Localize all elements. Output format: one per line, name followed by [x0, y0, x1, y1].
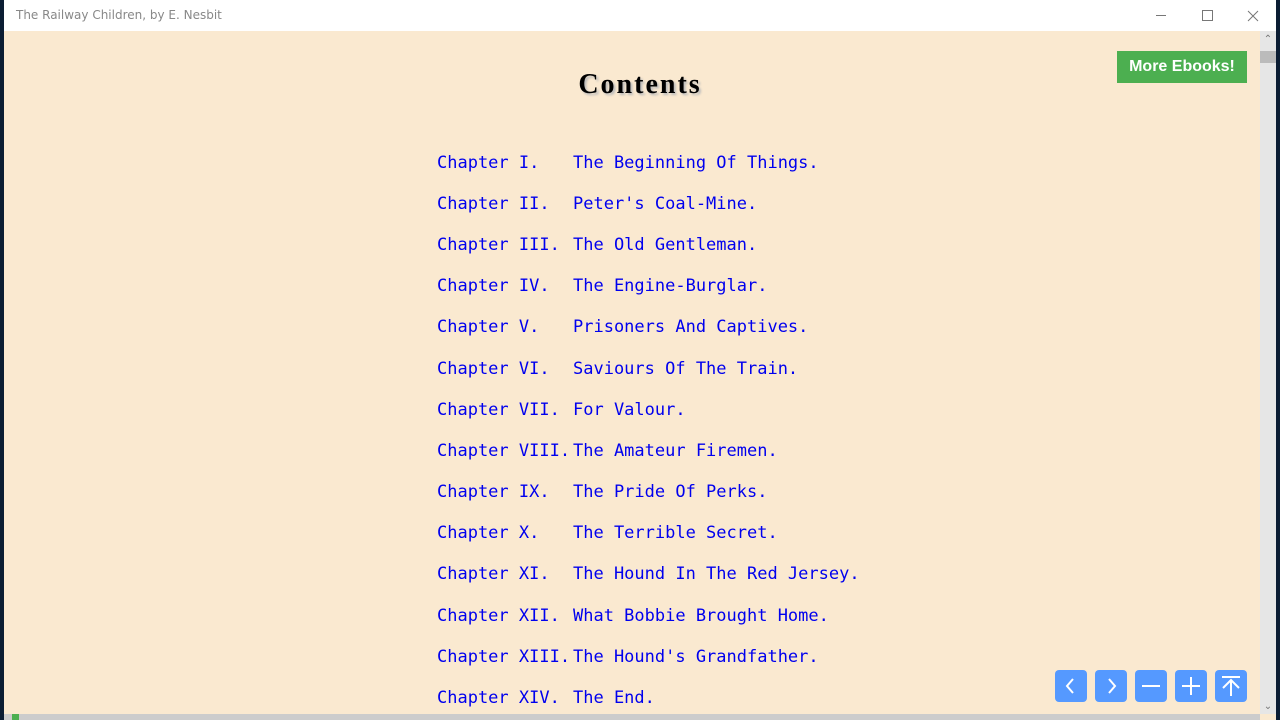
- chapter-number: Chapter VIII.: [437, 440, 571, 461]
- title-bar: The Railway Children, by E. Nesbit: [4, 0, 1276, 31]
- chapter-title: The Amateur Firemen.: [573, 440, 778, 461]
- next-page-button[interactable]: [1095, 670, 1127, 702]
- reader-content: Contents Chapter I. The Beginning Of Thin…: [4, 31, 1260, 714]
- chapter-link[interactable]: Chapter I. The Beginning Of Things.: [437, 142, 860, 183]
- chapter-title: The Beginning Of Things.: [573, 152, 819, 173]
- minus-icon: [1142, 685, 1160, 687]
- chapter-title: Prisoners And Captives.: [573, 317, 809, 338]
- chapter-link[interactable]: Chapter XII. What Bobbie Brought Home.: [437, 595, 860, 636]
- chapter-link[interactable]: Chapter III. The Old Gentleman.: [437, 224, 860, 265]
- app-window: The Railway Children, by E. Nesbit Conte…: [4, 0, 1276, 720]
- close-icon: [1247, 10, 1259, 21]
- chapter-link[interactable]: Chapter XI. The Hound In The Red Jersey.: [437, 554, 860, 595]
- chapter-title: The Old Gentleman.: [573, 234, 758, 255]
- page-title: Contents: [578, 69, 702, 100]
- scroll-down-arrow-icon[interactable]: ⌄: [1260, 698, 1276, 714]
- chevron-right-icon: [1108, 678, 1117, 694]
- chapter-title: The Terrible Secret.: [573, 523, 778, 544]
- chapter-title: The Hound's Grandfather.: [573, 646, 819, 667]
- vertical-scrollbar[interactable]: ⌃ ⌄: [1260, 31, 1276, 714]
- chapter-number: Chapter V.: [437, 317, 540, 338]
- table-of-contents: Chapter I. The Beginning Of Things. Chapte…: [437, 142, 860, 719]
- chapter-number: Chapter II.: [437, 193, 550, 214]
- chapter-title: What Bobbie Brought Home.: [573, 605, 829, 626]
- chapter-link[interactable]: Chapter VIII. The Amateur Firemen.: [437, 430, 860, 471]
- zoom-in-button[interactable]: [1175, 670, 1207, 702]
- chapter-number: Chapter IV.: [437, 276, 550, 297]
- chapter-number: Chapter VII.: [437, 399, 560, 420]
- chapter-number: Chapter VI.: [437, 358, 550, 379]
- maximize-icon: [1201, 10, 1213, 21]
- scrollbar-thumb[interactable]: [1260, 51, 1276, 63]
- previous-page-button[interactable]: [1055, 670, 1087, 702]
- chapter-number: Chapter XI.: [437, 564, 550, 585]
- reader-toolbar: [1055, 670, 1247, 702]
- plus-icon: [1182, 677, 1200, 695]
- zoom-out-button[interactable]: [1135, 670, 1167, 702]
- chapter-title: Saviours Of The Train.: [573, 358, 799, 379]
- chapter-link[interactable]: Chapter XIV. The End.: [437, 677, 860, 718]
- chapter-number: Chapter XIV.: [437, 688, 560, 709]
- chapter-title: The End.: [573, 688, 655, 709]
- window-title: The Railway Children, by E. Nesbit: [16, 8, 222, 22]
- minimize-button[interactable]: [1138, 0, 1184, 31]
- chapter-title: Peter's Coal-Mine.: [573, 193, 758, 214]
- maximize-button[interactable]: [1184, 0, 1230, 31]
- chapter-title: The Pride Of Perks.: [573, 482, 768, 503]
- chapter-link[interactable]: Chapter IX. The Pride Of Perks.: [437, 472, 860, 513]
- chapter-title: For Valour.: [573, 399, 686, 420]
- reading-progress-bar: [4, 714, 1260, 720]
- arrow-to-top-icon: [1222, 676, 1240, 696]
- chapter-number: Chapter III.: [437, 234, 560, 255]
- chapter-link[interactable]: Chapter VII. For Valour.: [437, 389, 860, 430]
- chapter-number: Chapter IX.: [437, 482, 550, 503]
- scroll-up-arrow-icon[interactable]: ⌃: [1260, 31, 1276, 47]
- chapter-number: Chapter XII.: [437, 605, 560, 626]
- chapter-number: Chapter X.: [437, 523, 540, 544]
- chapter-link[interactable]: Chapter XIII. The Hound's Grandfather.: [437, 636, 860, 677]
- chapter-number: Chapter XIII.: [437, 646, 571, 667]
- chapter-title: The Engine-Burglar.: [573, 276, 768, 297]
- minimize-icon: [1156, 15, 1166, 16]
- more-ebooks-button[interactable]: More Ebooks!: [1117, 51, 1247, 83]
- chapter-link[interactable]: Chapter V. Prisoners And Captives.: [437, 307, 860, 348]
- chapter-link[interactable]: Chapter VI. Saviours Of The Train.: [437, 348, 860, 389]
- chapter-title: The Hound In The Red Jersey.: [573, 564, 860, 585]
- chapter-link[interactable]: Chapter II. Peter's Coal-Mine.: [437, 183, 860, 224]
- chevron-left-icon: [1065, 678, 1074, 694]
- chapter-link[interactable]: Chapter IV. The Engine-Burglar.: [437, 266, 860, 307]
- chapter-link[interactable]: Chapter X. The Terrible Secret.: [437, 513, 860, 554]
- scroll-to-top-button[interactable]: [1215, 670, 1247, 702]
- reading-progress-fill: [12, 714, 19, 720]
- chapter-number: Chapter I.: [437, 152, 540, 173]
- close-button[interactable]: [1230, 0, 1276, 31]
